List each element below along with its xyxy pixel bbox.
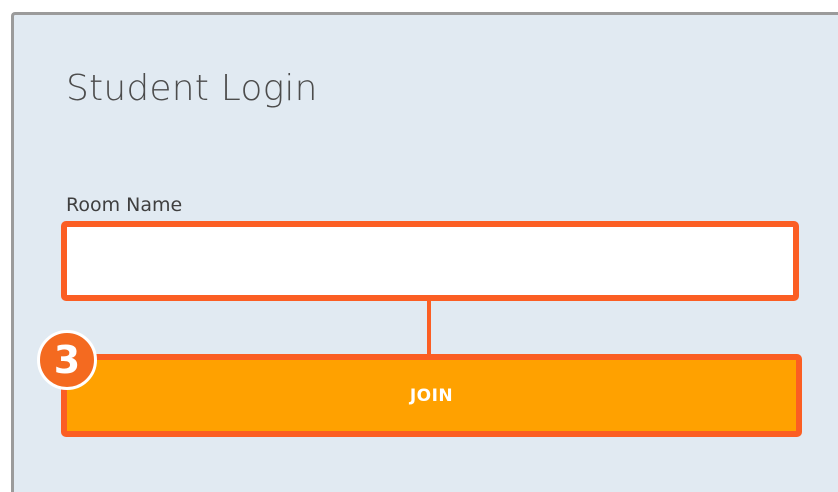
room-name-label: Room Name xyxy=(66,194,183,216)
room-name-input[interactable] xyxy=(61,221,799,301)
join-button[interactable]: JOIN xyxy=(61,354,802,437)
step-number-badge: 3 xyxy=(37,330,97,390)
page-title: Student Login xyxy=(66,68,318,109)
annotation-connector-line xyxy=(427,300,431,355)
